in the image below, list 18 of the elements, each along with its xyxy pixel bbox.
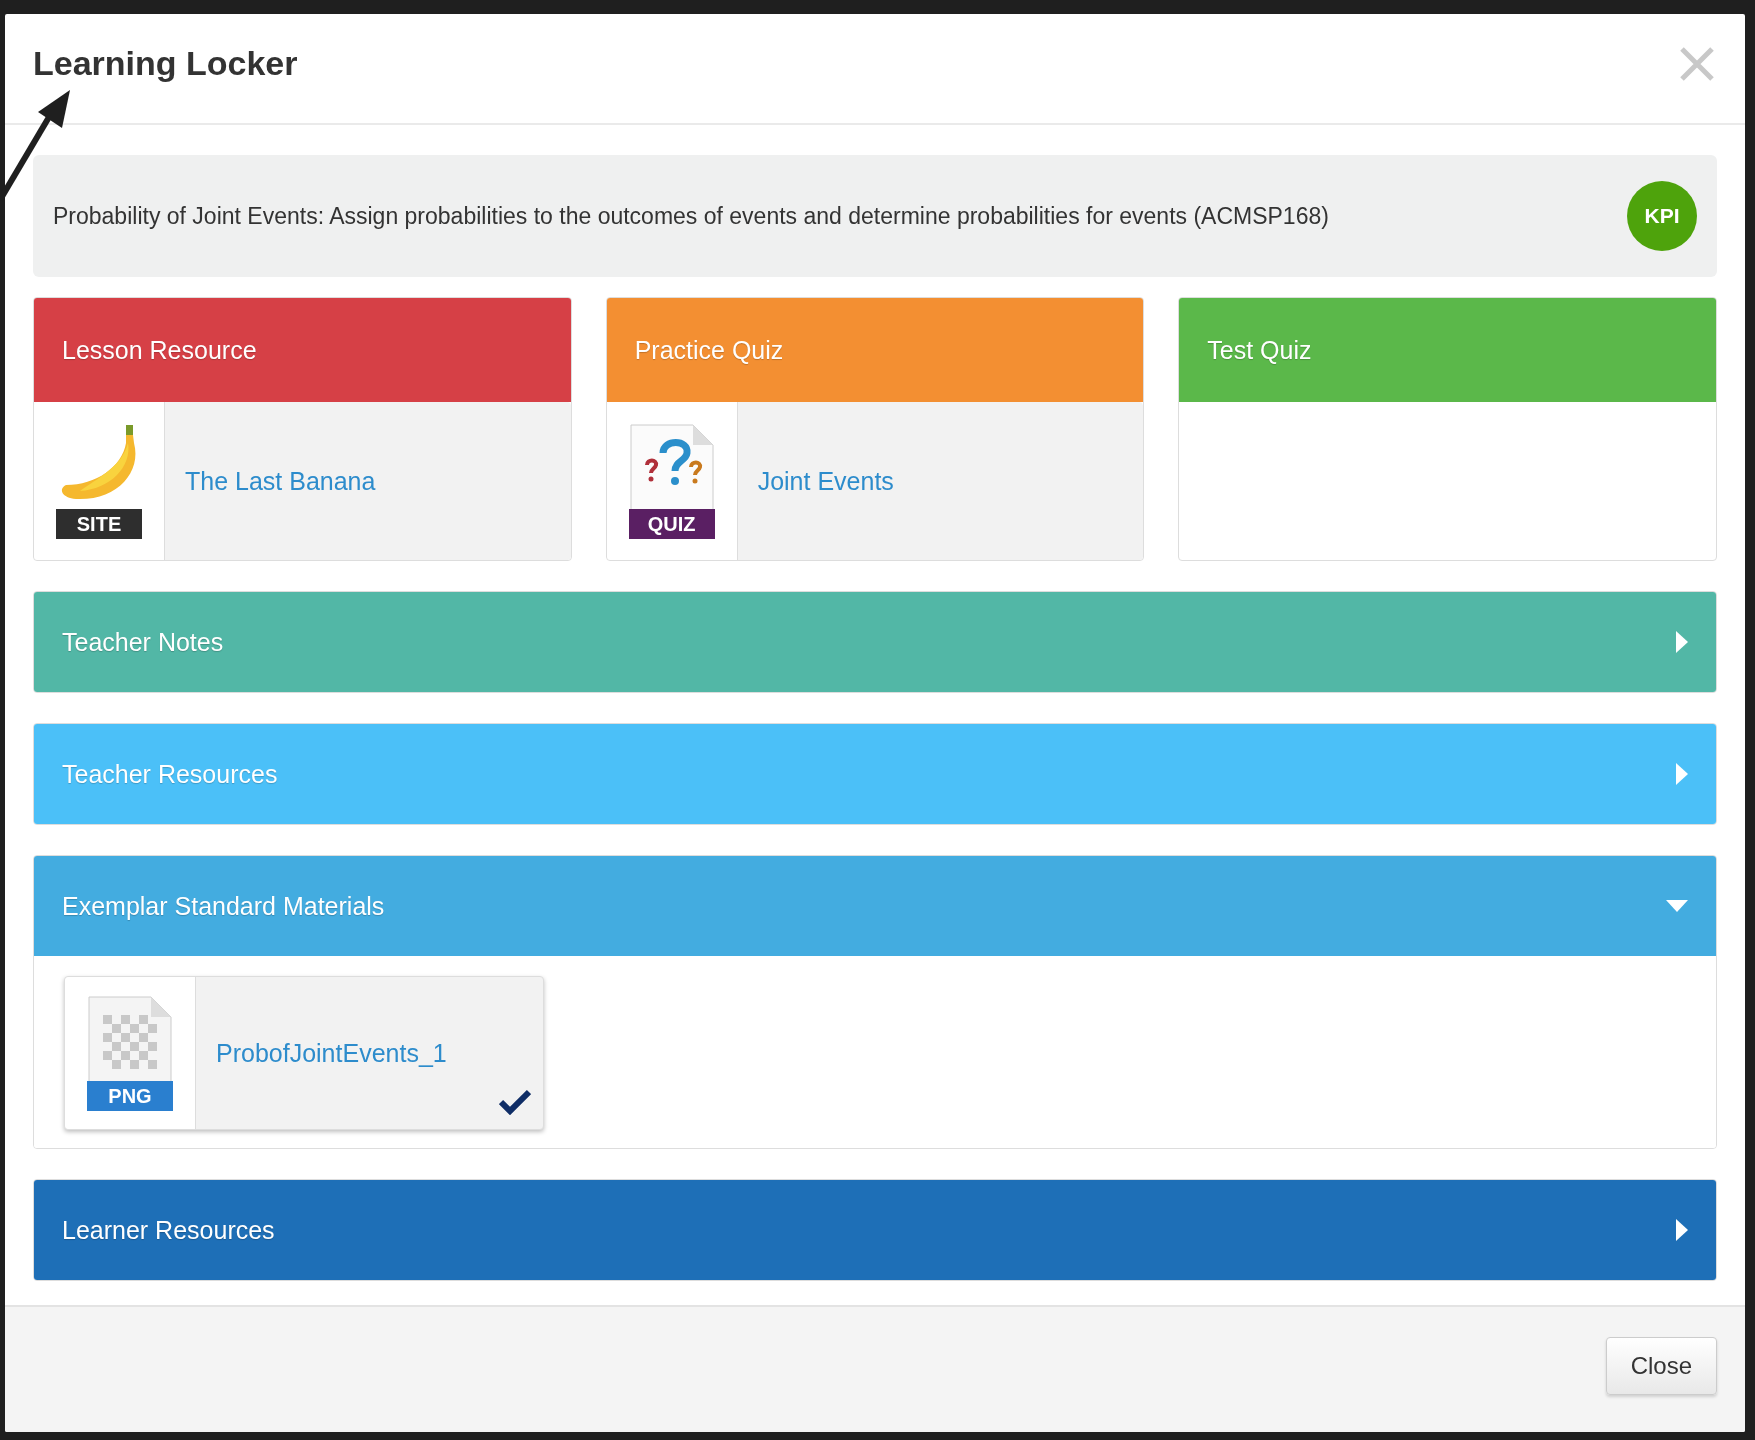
section-header[interactable]: Teacher Notes bbox=[34, 592, 1716, 692]
card-header: Practice Quiz bbox=[606, 298, 1144, 402]
close-icon[interactable] bbox=[1679, 45, 1715, 82]
file-link[interactable]: ProbofJointEvents_1 bbox=[216, 1038, 447, 1068]
resource-link[interactable]: The Last Banana bbox=[185, 466, 376, 496]
close-button[interactable]: Close bbox=[1605, 1337, 1717, 1395]
dialog-title: Learning Locker bbox=[33, 44, 298, 83]
file-type-label: QUIZ bbox=[628, 509, 715, 539]
resource-link[interactable]: Joint Events bbox=[757, 466, 894, 496]
card-header: Lesson Resource bbox=[34, 298, 571, 402]
outcome-text: Probability of Joint Events: Assign probabilities to the outcomes of events and determine probabilities for events (ACMSP168) bbox=[53, 202, 1329, 231]
file-type-label: PNG bbox=[87, 1081, 173, 1111]
section-header[interactable]: Exemplar Standard Materials bbox=[34, 856, 1716, 956]
file-type-label: SITE bbox=[56, 509, 142, 539]
section-header[interactable]: Teacher Resources bbox=[34, 724, 1716, 824]
card-header: Test Quiz bbox=[1179, 298, 1716, 402]
kpi-badge: KPI bbox=[1627, 181, 1697, 251]
section-header[interactable]: Learner Resources bbox=[34, 1180, 1716, 1280]
